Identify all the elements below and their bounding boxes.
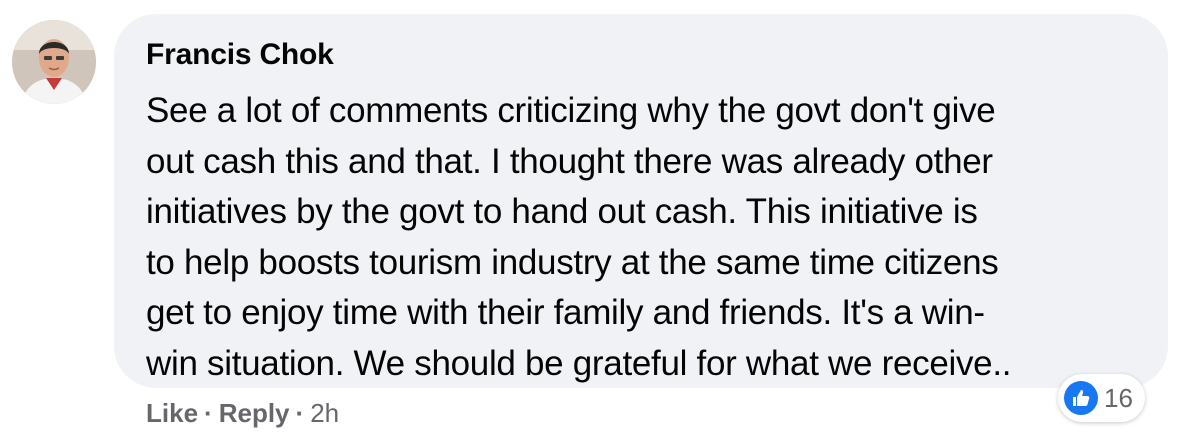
like-button[interactable]: Like — [146, 398, 198, 429]
timestamp[interactable]: 2h — [310, 398, 339, 429]
comment-text: See a lot of comments criticizing why th… — [146, 91, 1012, 383]
author-name[interactable]: Francis Chok — [146, 38, 334, 72]
separator-dot: · — [295, 398, 305, 428]
reply-button[interactable]: Reply — [219, 398, 290, 429]
reaction-summary[interactable]: 16 — [1058, 374, 1145, 422]
reaction-count: 16 — [1104, 382, 1133, 413]
comment: Francis Chok See a lot of comments criti… — [0, 0, 1200, 447]
comment-actions: Like · Reply · 2h — [146, 398, 339, 429]
comment-bubble: Francis Chok See a lot of comments criti… — [114, 14, 1168, 388]
avatar[interactable] — [12, 20, 96, 104]
profile-photo — [12, 20, 96, 104]
separator-dot: · — [204, 398, 213, 428]
like-icon — [1064, 381, 1098, 415]
